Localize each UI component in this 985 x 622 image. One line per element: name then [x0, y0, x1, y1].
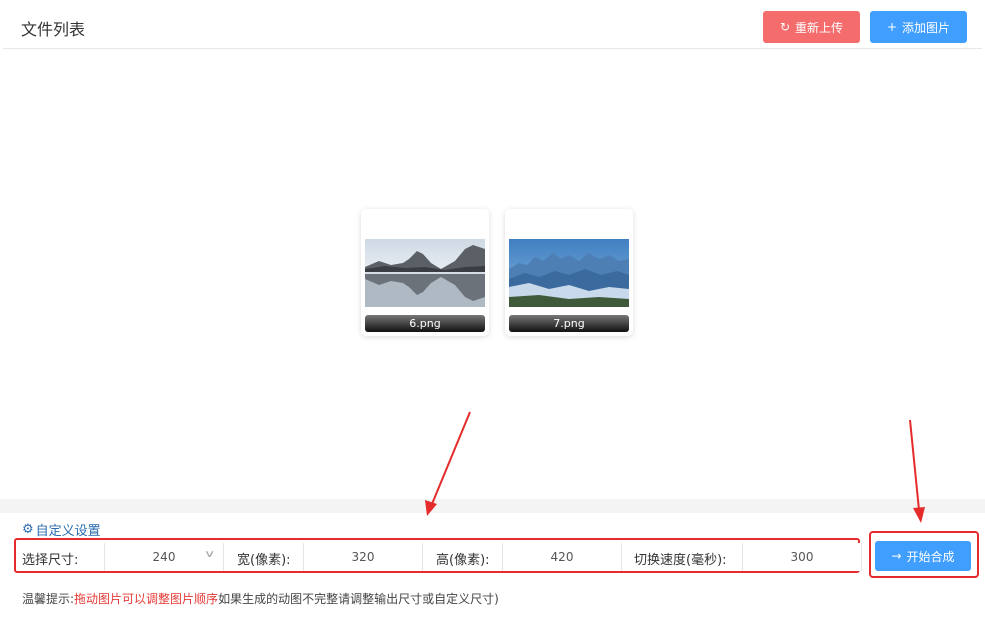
reupload-button[interactable]: ↻ 重新上传 — [763, 11, 860, 43]
file-list-area — [3, 49, 982, 499]
speed-input[interactable]: 300 — [742, 543, 862, 571]
height-label: 高(像素): — [436, 553, 490, 568]
start-compose-label: 开始合成 — [906, 549, 955, 564]
blue-mountains-thumbnail — [509, 239, 629, 307]
lake-mountain-thumbnail — [365, 239, 485, 307]
speed-input-value: 300 — [790, 550, 814, 564]
tip-highlight: 拖动图片可以调整图片顺序 — [74, 592, 219, 606]
width-input-value: 320 — [351, 550, 375, 564]
plus-icon: + — [886, 20, 898, 34]
start-button-highlight: → 开始合成 — [869, 531, 979, 578]
reupload-button-label: 重新上传 — [795, 20, 844, 35]
page-title: 文件列表 — [21, 20, 86, 39]
add-image-button[interactable]: + 添加图片 — [870, 11, 967, 43]
header: 文件列表 ↻ 重新上传 + 添加图片 — [3, 3, 982, 49]
width-input[interactable]: 320 — [303, 543, 423, 571]
file-name: 6.png — [365, 315, 485, 332]
start-compose-button[interactable]: → 开始合成 — [875, 541, 971, 571]
tip-text: 温馨提示:拖动图片可以调整图片顺序如果生成的动图不完整请调整输出尺寸或自定义尺寸… — [22, 590, 499, 607]
file-card[interactable]: 6.png — [361, 209, 489, 336]
height-input-value: 420 — [550, 550, 574, 564]
arrow-right-icon: → — [891, 549, 902, 563]
size-select-value: 240 — [152, 550, 176, 564]
gear-icon: ⚙ — [22, 522, 34, 537]
file-card[interactable]: 7.png — [505, 209, 633, 336]
size-select[interactable]: 240 ∨ — [104, 543, 224, 571]
tip-prefix: 温馨提示: — [22, 592, 75, 606]
chevron-down-icon: ∨ — [203, 549, 216, 560]
file-name: 7.png — [509, 315, 629, 332]
refresh-icon: ↻ — [779, 20, 791, 34]
tip-suffix: 如果生成的动图不完整请调整输出尺寸或自定义尺寸) — [218, 592, 499, 606]
divider-strip — [0, 499, 985, 513]
settings-bar: 选择尺寸: 240 ∨ 宽(像素): 320 高(像素): 420 切换速度(毫… — [14, 538, 862, 573]
height-input[interactable]: 420 — [502, 543, 622, 571]
add-image-button-label: 添加图片 — [902, 20, 951, 35]
size-label: 选择尺寸: — [22, 553, 79, 568]
speed-label: 切换速度(毫秒): — [634, 553, 727, 568]
width-label: 宽(像素): — [237, 553, 291, 568]
custom-settings-link[interactable]: ⚙ 自定义设置 — [22, 520, 101, 539]
custom-settings-label: 自定义设置 — [35, 524, 101, 539]
